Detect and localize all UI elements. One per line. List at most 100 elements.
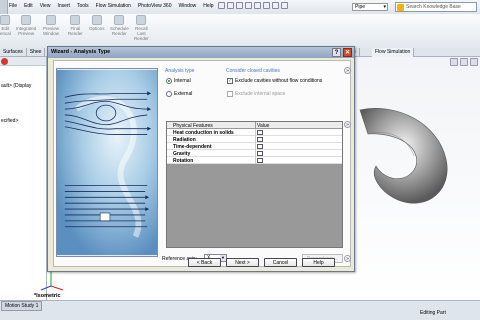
options-icon[interactable] — [281, 2, 288, 9]
configuration-combo[interactable]: Pipe ▾ — [352, 3, 388, 11]
menu-item[interactable]: File — [9, 3, 17, 9]
part-icon — [1, 58, 8, 65]
toolbar-button[interactable]: Options — [89, 15, 105, 31]
feature-checkbox[interactable] — [257, 144, 263, 149]
feature-name: Rotation — [173, 158, 194, 164]
render-tool-icon — [0, 15, 11, 25]
toolbar-button-label: Preview Window — [43, 26, 60, 36]
menu-item[interactable]: Insert — [57, 3, 70, 9]
render-tool-icon — [136, 15, 147, 25]
menu-item[interactable]: Window — [178, 3, 196, 9]
external-radio[interactable]: External — [166, 91, 192, 97]
close-icon[interactable]: ✕ — [343, 48, 352, 57]
open-icon[interactable] — [227, 2, 234, 9]
search-input[interactable]: Search Knowledge Base — [395, 2, 477, 12]
external-label: External — [174, 91, 193, 97]
exclude-no-flow-checkbox[interactable]: ✓ Exclude cavities without flow conditio… — [227, 78, 322, 84]
radio-unselected-icon — [166, 91, 172, 97]
dialog-body: Analysis type Internal External Consider… — [53, 60, 351, 267]
help-button[interactable]: Help — [302, 258, 335, 267]
toolbar-button[interactable]: Final Render — [68, 15, 83, 36]
expand-right-icon[interactable]: » — [344, 255, 351, 262]
closed-cavities-group-label: Consider closed cavities — [226, 68, 280, 74]
tab-sheet-metal[interactable]: Shee — [27, 48, 46, 57]
table-row: Time-dependent — [167, 143, 342, 150]
help-icon[interactable]: ? — [332, 48, 341, 57]
render-tool-icon — [46, 15, 56, 25]
tree-item-specified[interactable]: ecified> — [1, 118, 18, 124]
unchecked-box-icon — [227, 91, 233, 97]
menu-item[interactable]: Flow Simulation — [96, 3, 131, 9]
table-row: Heat conduction in solids — [167, 129, 342, 136]
render-tool-icon — [114, 15, 125, 25]
panel-header — [0, 57, 46, 66]
render-tool-icon — [70, 15, 81, 25]
select-icon[interactable] — [263, 2, 270, 9]
search-placeholder: Search Knowledge Base — [406, 4, 461, 10]
column-separator — [255, 143, 256, 150]
column-separator — [255, 150, 256, 157]
menu-item[interactable]: View — [40, 3, 51, 9]
menu-item[interactable]: PhotoView 360 — [138, 3, 172, 9]
save-icon[interactable] — [236, 2, 243, 9]
chevron-down-icon: ▾ — [383, 4, 386, 10]
new-icon[interactable] — [218, 2, 225, 9]
exclude-internal-space-checkbox[interactable]: Exclude internal space — [227, 91, 285, 97]
tree-item-display[interactable]: ault> (Display — [1, 83, 31, 89]
flow-illustration — [56, 68, 158, 257]
menu-item[interactable]: Help — [203, 3, 213, 9]
tab-surfaces[interactable]: Surfaces — [0, 48, 27, 57]
toolbar-button[interactable]: Integrated Preview — [16, 15, 36, 36]
menu-item[interactable]: Edit — [24, 3, 33, 9]
tab-flow-simulation[interactable]: Flow Simulation — [372, 48, 415, 57]
dialog-title: Wizard - Analysis Type — [48, 47, 354, 58]
rebuild-icon[interactable] — [272, 2, 279, 9]
feature-checkbox[interactable] — [257, 137, 263, 142]
expand-right-icon[interactable]: » — [344, 67, 351, 74]
tab-motion-study[interactable]: Motion Study 1 — [1, 301, 43, 311]
status-bar — [0, 300, 480, 320]
cancel-button[interactable]: Cancel — [264, 258, 297, 267]
toolbar-button[interactable]: Edit encal — [0, 15, 11, 36]
menu-bar: File Edit View Insert Tools Flow Simulation Ph… — [0, 0, 480, 14]
column-separator — [255, 136, 256, 143]
render-tool-icon — [21, 15, 32, 25]
back-button[interactable]: < Back — [188, 258, 221, 267]
search-icon — [397, 4, 404, 11]
internal-label: Internal — [174, 78, 191, 84]
exclude-internal-space-label: Exclude internal space — [235, 91, 286, 97]
pipe-model[interactable] — [358, 104, 458, 214]
command-manager: Edit encal Integrated Preview Preview Wind… — [0, 14, 480, 48]
quick-access-toolbar — [218, 2, 288, 9]
expand-right-icon[interactable]: » — [344, 121, 351, 128]
toolbar-button-label: Schedule Render — [110, 26, 129, 36]
feature-manager-panel: ault> (Display ecified> — [0, 57, 47, 300]
home-icon[interactable] — [450, 58, 458, 66]
file-explorer-icon[interactable] — [470, 58, 478, 66]
toolbar-button-label: Recall Last Render — [134, 26, 149, 41]
exclude-no-flow-label: Exclude cavities without flow conditions — [235, 78, 323, 84]
print-icon[interactable] — [245, 2, 252, 9]
checkmark-icon: ✓ — [227, 78, 233, 84]
app-logo[interactable] — [0, 0, 8, 14]
analysis-type-group-label: Analysis type — [165, 68, 195, 74]
table-row: Radiation — [167, 136, 342, 143]
render-tool-icon — [91, 15, 102, 25]
menu-item[interactable]: Tools — [77, 3, 89, 9]
internal-radio[interactable]: Internal — [166, 78, 191, 84]
radio-selected-icon — [166, 78, 172, 84]
feature-checkbox[interactable] — [257, 151, 263, 156]
undo-icon[interactable] — [254, 2, 261, 9]
physical-features-grid: Physical Features Value Heat conduction … — [166, 121, 343, 248]
toolbar-button[interactable]: Preview Window — [43, 15, 59, 36]
menu-items: File Edit View Insert Tools Flow Simulation Ph… — [9, 3, 214, 9]
toolbar-button[interactable]: Schedule Render — [110, 15, 129, 36]
configuration-value: Pipe — [355, 4, 366, 10]
feature-checkbox[interactable] — [257, 158, 263, 163]
toolbar-button[interactable]: Recall Last Render — [134, 15, 149, 41]
status-editing-mode: Editing Part — [420, 310, 446, 316]
feature-checkbox[interactable] — [257, 130, 263, 135]
task-pane-tabs — [450, 58, 478, 66]
design-library-icon[interactable] — [460, 58, 468, 66]
next-button[interactable]: Next > — [226, 258, 259, 267]
